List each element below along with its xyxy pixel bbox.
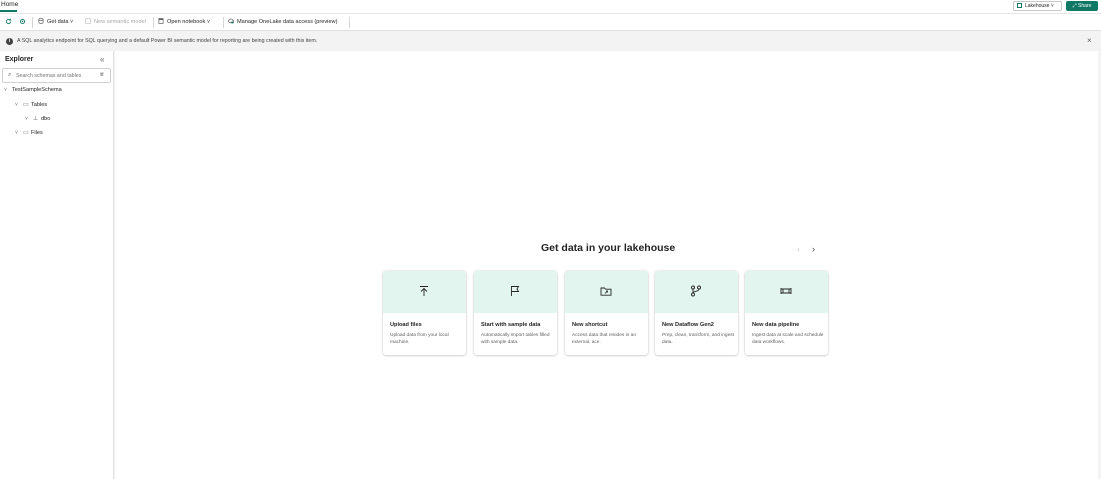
chevron-right-icon[interactable]: ˅ — [15, 130, 23, 136]
toolbar-divider — [153, 17, 154, 28]
card-description: Ingest data at scale and schedule data w… — [752, 333, 824, 345]
tree-item-label: Files — [31, 130, 43, 136]
toolbar-divider — [223, 17, 224, 28]
card-title: Start with sample data — [481, 322, 541, 328]
card-description: Prep, clean, transform, and ingest data. — [662, 333, 734, 345]
new-dataflow-card[interactable]: New Dataflow Gen2 Prep, clean, transform… — [655, 271, 738, 355]
chevron-down-icon[interactable]: ˅ — [4, 87, 12, 93]
info-banner: i A SQL analytics endpoint for SQL query… — [0, 33, 1101, 50]
card-hero — [474, 271, 557, 313]
top-bar: Home Lakehouse ˅ ⤢ Share — [0, 0, 1101, 13]
card-hero — [565, 271, 648, 313]
explorer-title: Explorer — [5, 56, 34, 63]
folder-link-icon — [600, 287, 612, 296]
semantic-model-icon — [85, 18, 91, 24]
explorer-search: ⌕ ⩸ — [2, 68, 111, 83]
card-title: New data pipeline — [752, 322, 800, 328]
card-hero — [745, 271, 828, 313]
tree-item-label: Tables — [31, 102, 48, 108]
tree-item-files[interactable]: ˅ ▭ Files — [15, 129, 43, 136]
card-description: Upload data from your local machine. — [390, 333, 449, 345]
folder-icon: ▭ — [23, 102, 29, 108]
settings-button[interactable] — [19, 18, 26, 29]
open-notebook-button[interactable]: Open notebook ˅ — [158, 18, 210, 27]
card-hero — [383, 271, 466, 313]
toolbar-divider — [349, 17, 350, 28]
toolbar: Get data ˅ New semantic model Open noteb… — [0, 13, 1101, 31]
card-description: Automatically import tables filled with … — [481, 333, 550, 345]
close-icon[interactable]: × — [1087, 36, 1092, 45]
tree-item-dbo[interactable]: ˅ ⊥ dbo — [25, 115, 50, 122]
gear-icon — [19, 18, 26, 25]
tree-item-label: dbo — [41, 116, 51, 122]
upload-icon — [420, 286, 428, 296]
folder-icon: ▭ — [23, 130, 29, 136]
notebook-icon — [158, 18, 164, 24]
tree-item-tables[interactable]: ˅ ▭ Tables — [15, 101, 47, 108]
new-shortcut-card[interactable]: New shortcut Access data that resides in… — [565, 271, 648, 355]
manage-onelake-label: Manage OneLake data access (preview) — [237, 19, 338, 25]
tab-home[interactable]: Home — [1, 1, 18, 8]
chevron-left-icon[interactable]: ‹ — [797, 244, 800, 254]
share-label: Share — [1078, 3, 1092, 9]
tab-active-indicator — [0, 10, 17, 12]
flag-icon — [511, 286, 520, 296]
pipeline-icon — [780, 288, 792, 294]
card-description: Access data that resides in an external,… — [572, 333, 636, 345]
card-title: Upload files — [390, 322, 422, 328]
manage-onelake-button[interactable]: Manage OneLake data access (preview) — [228, 18, 337, 27]
card-hero — [655, 271, 738, 313]
page-title: Get data in your lakehouse — [541, 242, 676, 254]
dataflow-icon — [691, 285, 701, 297]
card-title: New shortcut — [572, 322, 608, 328]
lakehouse-switch-label: Lakehouse — [1025, 3, 1050, 9]
filter-icon[interactable]: ⩸ — [100, 72, 104, 79]
new-semantic-model-button[interactable]: New semantic model — [85, 18, 146, 27]
banner-message: A SQL analytics endpoint for SQL queryin… — [17, 38, 318, 44]
search-icon: ⌕ — [8, 72, 12, 78]
lakehouse-icon — [1017, 3, 1022, 8]
search-input[interactable] — [16, 72, 96, 80]
info-icon: i — [6, 38, 13, 45]
onelake-security-icon — [228, 18, 234, 24]
chevron-down-icon[interactable]: ˅ — [15, 102, 23, 108]
explorer-panel: Explorer « ⌕ ⩸ ˅TestSampleSchema ˅▭Table… — [0, 51, 114, 479]
main-canvas — [115, 51, 1098, 479]
sample-data-card[interactable]: Start with sample data Automatically imp… — [474, 271, 557, 355]
share-button[interactable]: ⤢ Share — [1066, 1, 1098, 11]
new-pipeline-card[interactable]: New data pipeline Ingest data at scale a… — [745, 271, 828, 355]
card-title: New Dataflow Gen2 — [662, 322, 714, 328]
tree-item-label: TestSampleSchema — [12, 87, 62, 93]
chevron-down-icon[interactable]: ˅ — [25, 116, 33, 122]
tree-item-schema[interactable]: ˅ TestSampleSchema — [4, 87, 62, 93]
refresh-icon — [5, 18, 12, 25]
new-semantic-model-label: New semantic model — [94, 19, 146, 25]
database-icon — [38, 18, 44, 24]
schema-icon: ⊥ — [33, 116, 39, 122]
get-data-button[interactable]: Get data ˅ — [38, 18, 73, 27]
lakehouse-switch-dropdown[interactable]: Lakehouse ˅ — [1013, 1, 1062, 11]
get-data-label: Get data — [47, 19, 69, 25]
upload-files-card[interactable]: Upload files Upload data from your local… — [383, 271, 466, 355]
collapse-pane-icon[interactable]: « — [100, 55, 104, 64]
chevron-right-icon[interactable]: › — [812, 244, 815, 254]
refresh-button[interactable] — [5, 18, 12, 29]
toolbar-divider — [32, 17, 33, 28]
open-notebook-label: Open notebook — [167, 19, 206, 25]
